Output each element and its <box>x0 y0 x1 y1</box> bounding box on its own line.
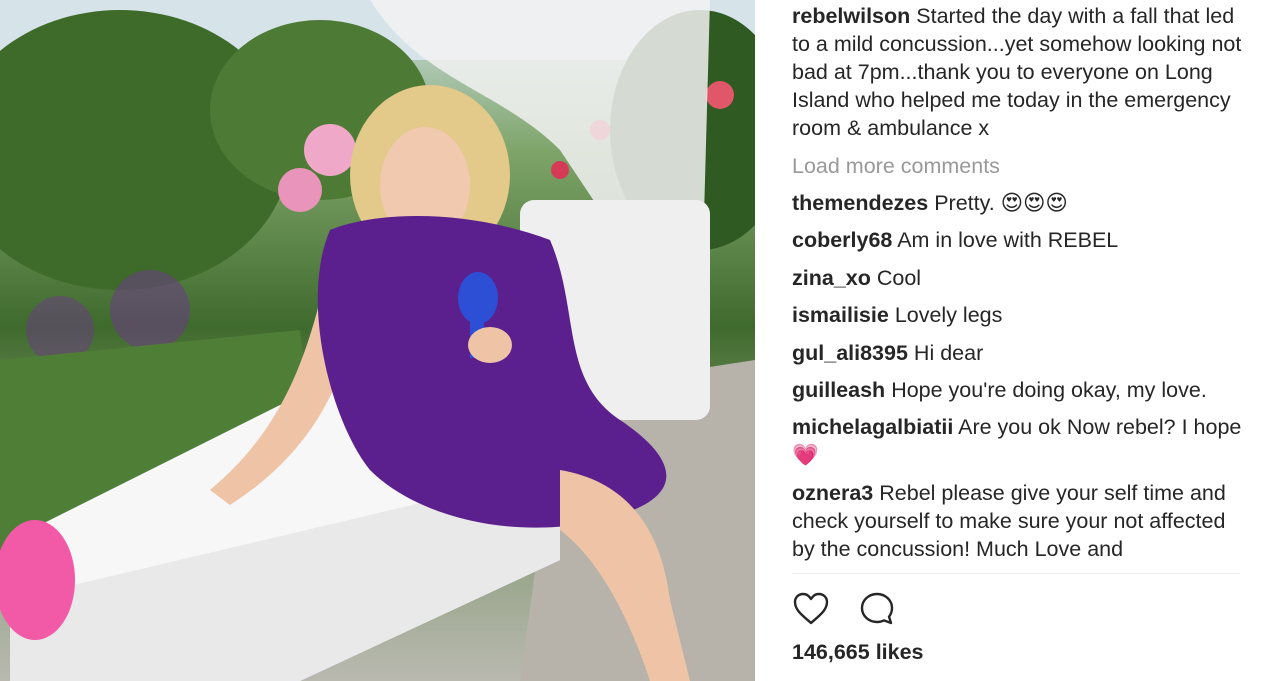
comment-item: coberly68 Am in love with REBEL <box>792 226 1242 254</box>
comment-item: oznera3 Rebel please give your self time… <box>792 479 1242 563</box>
comment-item: ismailisie Lovely legs <box>792 301 1242 329</box>
comment-text: Lovely legs <box>894 303 1003 328</box>
comment-text: Hope you're doing okay, my love. <box>891 377 1207 402</box>
actions-divider <box>792 573 1240 574</box>
comment-username[interactable]: themendezes <box>792 191 928 215</box>
comments-list: rebelwilson Started the day with a fall … <box>792 2 1242 572</box>
photo-illustration <box>0 0 755 681</box>
load-more-comments-button[interactable]: Load more comments <box>792 152 1242 180</box>
comment-username[interactable]: zina_xo <box>792 266 871 290</box>
comment-item: gul_ali8395 Hi dear <box>792 339 1242 367</box>
comment-username[interactable]: ismailisie <box>792 303 889 327</box>
likes-count[interactable]: 146,665 likes <box>792 640 924 665</box>
heart-outline-icon[interactable] <box>792 590 830 628</box>
comment-username[interactable]: gul_ali8395 <box>792 341 908 365</box>
caption-username[interactable]: rebelwilson <box>792 4 910 28</box>
post-sidebar: rebelwilson Started the day with a fall … <box>755 0 1280 681</box>
instagram-post-view: rebelwilson Started the day with a fall … <box>0 0 1280 681</box>
comment-text: Am in love with REBEL <box>897 228 1119 253</box>
comment-item: michelagalbiatii Are you ok Now rebel? I… <box>792 413 1242 469</box>
post-photo <box>0 0 755 681</box>
comment-username[interactable]: oznera3 <box>792 481 873 505</box>
speech-bubble-icon[interactable] <box>858 590 896 628</box>
post-caption: rebelwilson Started the day with a fall … <box>792 2 1242 142</box>
comment-item: guilleash Hope you're doing okay, my lov… <box>792 376 1242 404</box>
comment-text: Cool <box>876 265 922 290</box>
comment-username[interactable]: coberly68 <box>792 228 892 252</box>
comment-username[interactable]: michelagalbiatii <box>792 415 953 439</box>
comment-username[interactable]: guilleash <box>792 378 885 402</box>
comment-text: Pretty. 😍😍😍 <box>934 191 1068 215</box>
comment-text: Hi dear <box>913 340 984 365</box>
post-actions <box>792 590 896 628</box>
comment-item: themendezes Pretty. 😍😍😍 <box>792 189 1242 217</box>
comment-item: zina_xo Cool <box>792 264 1242 292</box>
